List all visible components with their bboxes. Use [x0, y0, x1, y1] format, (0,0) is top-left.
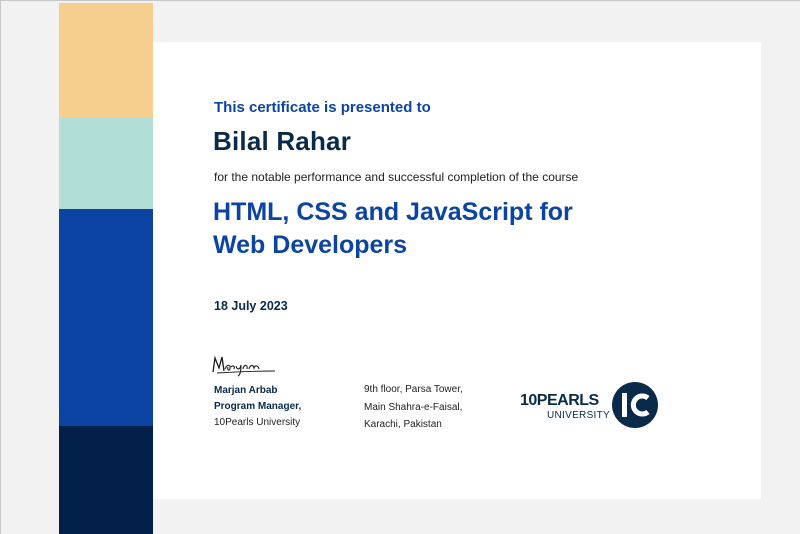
address-line-3: Karachi, Pakistan: [364, 419, 442, 430]
performance-statement: for the notable performance and successf…: [214, 170, 579, 184]
address-line-1: 9th floor, Parsa Tower,: [364, 384, 463, 395]
signatory-block: Marjan Arbab Program Manager, 10Pearls U…: [214, 383, 301, 431]
certificate-card: This certificate is presented to Bilal R…: [153, 42, 761, 499]
recipient-name: Bilal Rahar: [213, 126, 352, 156]
completion-date: 18 July 2023: [214, 299, 288, 313]
color-band-yellow: [59, 3, 153, 118]
signatory-name: Marjan Arbab: [214, 385, 278, 396]
color-band-teal: [59, 118, 153, 209]
signature-image: [212, 355, 276, 377]
color-band-navy: [59, 426, 153, 534]
course-title: HTML, CSS and JavaScript for Web Develop…: [213, 196, 633, 262]
logo-wordmark-top: 10PEARLS: [520, 392, 599, 409]
signatory-role: Program Manager,: [214, 401, 302, 412]
color-band-blue: [59, 209, 153, 426]
presented-to-heading: This certificate is presented to: [214, 99, 431, 116]
course-title-line-2: Web Developers: [213, 231, 408, 259]
signatory-organization: 10Pearls University: [214, 417, 301, 428]
course-title-line-1: HTML, CSS and JavaScript for: [213, 198, 573, 226]
address-line-2: Main Shahra-e-Faisal,: [364, 401, 463, 413]
logo-wordmark-bottom: UNIVERSITY: [547, 410, 611, 421]
10pearls-university-logo: 10PEARLS UNIVERSITY: [520, 378, 660, 432]
decorative-color-bar: [59, 3, 153, 534]
address-block: 9th floor, Parsa Tower, Main Shahra-e-Fa…: [364, 381, 463, 434]
logo-mark-icon: [612, 382, 658, 428]
